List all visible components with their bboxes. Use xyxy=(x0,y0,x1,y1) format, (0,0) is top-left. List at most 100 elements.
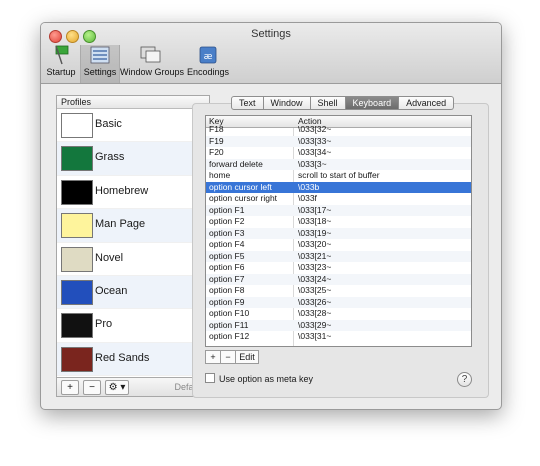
table-row[interactable]: forward delete \033[3~ xyxy=(206,158,471,170)
action-cell: \033[28~ xyxy=(298,308,332,318)
table-row[interactable]: option F5 \033[21~ xyxy=(206,250,471,262)
settings-tabs: Text Window Shell Keyboard Advanced xyxy=(231,96,455,110)
profiles-rows: Basic Grass Homebrew Man Page Novel Ocea… xyxy=(57,109,209,377)
profiles-footer: + − ⚙ ▾ Default xyxy=(57,377,209,396)
key-cell: forward delete xyxy=(209,158,263,169)
key-cell: option F9 xyxy=(209,296,245,307)
settings-icon xyxy=(90,46,110,64)
profile-actions-gear-button[interactable]: ⚙ ▾ xyxy=(105,380,129,395)
action-cell: \033[29~ xyxy=(298,319,332,330)
profile-label: Red Sands xyxy=(95,351,150,364)
profile-item-homebrew[interactable]: Homebrew xyxy=(57,176,209,210)
toolbar-settings-label: Settings xyxy=(83,67,117,77)
table-row-selected[interactable]: option cursor left \033b xyxy=(206,181,471,193)
profile-label: Grass xyxy=(95,151,125,164)
profile-thumbnail xyxy=(61,179,93,205)
table-row[interactable]: option F3 \033[19~ xyxy=(206,227,471,239)
option-meta-key-row: Use option as meta key xyxy=(205,373,313,385)
tab-window[interactable]: Window xyxy=(263,96,311,110)
remove-key-binding-button[interactable]: − xyxy=(220,350,236,364)
action-cell: \033[32~ xyxy=(298,124,332,134)
key-cell: option F1 xyxy=(209,204,245,215)
profile-item-grass[interactable]: Grass xyxy=(57,142,209,176)
action-cell: \033f xyxy=(298,193,317,203)
profile-item-novel[interactable]: Novel xyxy=(57,243,209,276)
toolbar-startup-button[interactable]: Startup xyxy=(43,45,79,83)
profile-label: Basic xyxy=(95,118,122,130)
table-row[interactable]: option F6 \033[23~ xyxy=(206,262,471,274)
action-cell: \033[24~ xyxy=(298,273,332,284)
table-row[interactable]: option F9 \033[26~ xyxy=(206,296,471,308)
table-row[interactable]: option F1 \033[17~ xyxy=(206,204,471,216)
profile-thumbnail xyxy=(61,313,93,339)
tab-keyboard[interactable]: Keyboard xyxy=(345,96,400,110)
table-row[interactable]: F20 \033[34~ xyxy=(206,147,471,159)
toolbar-encodings-button[interactable]: æ Encodings xyxy=(187,45,229,83)
profile-item-red-sands[interactable]: Red Sands xyxy=(57,342,209,377)
profile-item-ocean[interactable]: Ocean xyxy=(57,275,209,310)
encodings-icon: æ xyxy=(199,46,217,64)
tab-shell[interactable]: Shell xyxy=(310,96,346,110)
action-cell: \033[33~ xyxy=(298,135,332,146)
remove-profile-button[interactable]: − xyxy=(83,380,101,395)
action-cell: \033[31~ xyxy=(298,331,332,341)
toolbar-window-groups-label: Window Groups xyxy=(120,67,185,77)
profile-thumbnail xyxy=(61,346,93,372)
help-button[interactable]: ? xyxy=(457,372,472,387)
key-cell: option F7 xyxy=(209,273,245,284)
profile-label: Novel xyxy=(95,251,124,264)
title-bar: Settings Startup Settings Window Groups xyxy=(41,23,501,84)
table-row[interactable]: option F7 \033[24~ xyxy=(206,273,471,285)
key-cell: option F2 xyxy=(209,216,245,226)
key-cell: option F12 xyxy=(209,331,250,341)
profile-label: Homebrew xyxy=(95,184,149,197)
profile-thumbnail xyxy=(61,113,93,138)
action-cell: \033[19~ xyxy=(298,227,332,238)
table-row[interactable]: home scroll to start of buffer xyxy=(206,170,471,182)
action-cell: \033[34~ xyxy=(298,147,332,157)
option-meta-key-checkbox[interactable] xyxy=(205,373,215,383)
key-cell: option F4 xyxy=(209,239,245,249)
table-row[interactable]: option F11 \033[29~ xyxy=(206,319,471,331)
profile-thumbnail xyxy=(61,213,93,239)
key-cell: F20 xyxy=(209,147,224,157)
profile-label: Man Page xyxy=(95,218,146,231)
toolbar-settings-button[interactable]: Settings xyxy=(80,45,120,83)
option-meta-key-label[interactable]: Use option as meta key xyxy=(219,374,313,384)
table-row[interactable]: F18 \033[32~ xyxy=(206,124,471,136)
table-row[interactable]: option F12 \033[31~ xyxy=(206,331,471,343)
action-cell: \033[17~ xyxy=(298,204,332,215)
svg-text:æ: æ xyxy=(204,52,213,62)
profile-item-pro[interactable]: Pro xyxy=(57,309,209,343)
table-row[interactable]: option F2 \033[18~ xyxy=(206,216,471,228)
table-row[interactable]: option F10 \033[28~ xyxy=(206,308,471,320)
action-cell: \033[21~ xyxy=(298,250,332,261)
action-cell: \033[26~ xyxy=(298,296,332,307)
table-row[interactable]: option F8 \033[25~ xyxy=(206,285,471,297)
key-cell: option F5 xyxy=(209,250,245,261)
profile-item-basic[interactable]: Basic xyxy=(57,109,209,143)
key-cell: F19 xyxy=(209,135,224,146)
profile-label: Pro xyxy=(95,318,113,331)
tab-advanced[interactable]: Advanced xyxy=(399,96,455,110)
key-bindings-table[interactable]: Key Action F18 \033[32~ F19 \033[33~ F20 \0… xyxy=(205,115,472,347)
toolbar-window-groups-button[interactable]: Window Groups xyxy=(120,45,185,83)
profile-thumbnail xyxy=(61,279,93,305)
startup-icon xyxy=(55,45,69,65)
action-cell: \033[25~ xyxy=(298,285,332,295)
profile-thumbnail xyxy=(61,246,93,272)
table-row[interactable]: option F4 \033[20~ xyxy=(206,239,471,251)
add-key-binding-button[interactable]: + xyxy=(205,350,221,364)
profile-item-man-page[interactable]: Man Page xyxy=(57,209,209,243)
add-profile-button[interactable]: + xyxy=(61,380,79,395)
tab-text[interactable]: Text xyxy=(231,96,264,110)
action-cell: \033[23~ xyxy=(298,262,332,272)
key-cell: option cursor right xyxy=(209,193,278,203)
table-row[interactable]: option cursor right \033f xyxy=(206,193,471,205)
profiles-header: Profiles xyxy=(57,96,209,109)
toolbar-startup-label: Startup xyxy=(46,67,76,77)
edit-key-binding-button[interactable]: Edit xyxy=(235,350,259,364)
key-cell: option F3 xyxy=(209,227,245,238)
table-row[interactable]: F19 \033[33~ xyxy=(206,135,471,147)
table-rows: F18 \033[32~ F19 \033[33~ F20 \033[34~ forw… xyxy=(206,124,471,343)
